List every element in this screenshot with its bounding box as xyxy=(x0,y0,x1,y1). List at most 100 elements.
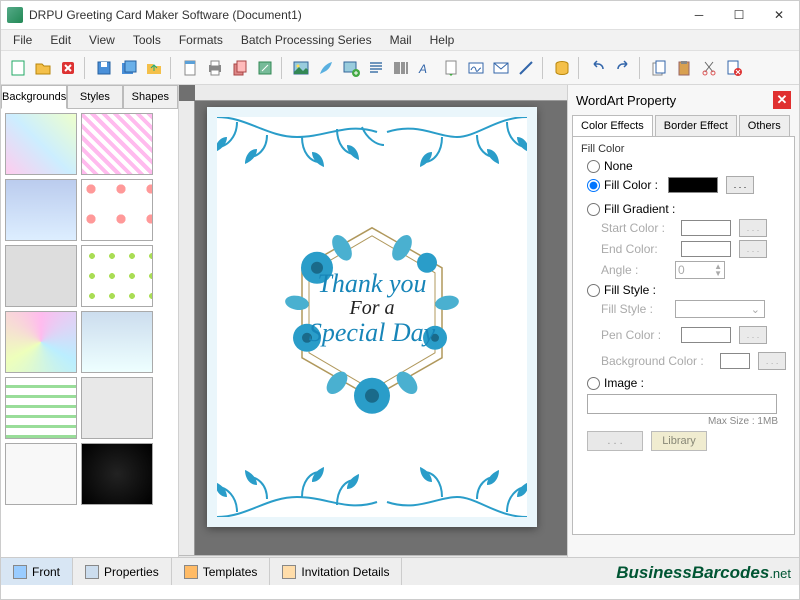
angle-spinner: 0▲▼ xyxy=(675,261,725,279)
bg-thumb[interactable] xyxy=(5,377,77,439)
bg-thumb[interactable] xyxy=(81,179,153,241)
label-start-color: Start Color : xyxy=(601,221,671,235)
save-as-icon[interactable] xyxy=(118,57,140,79)
backgrounds-panel[interactable] xyxy=(1,109,178,557)
label-none: None xyxy=(604,159,633,173)
save-icon[interactable] xyxy=(93,57,115,79)
doc-copy-icon[interactable] xyxy=(648,57,670,79)
start-color-swatch xyxy=(681,220,731,236)
bg-thumb[interactable] xyxy=(5,179,77,241)
font-icon[interactable]: A xyxy=(415,57,437,79)
bg-thumb[interactable] xyxy=(5,311,77,373)
cut-icon[interactable] xyxy=(698,57,720,79)
export-icon[interactable] xyxy=(143,57,165,79)
card-canvas[interactable]: Thank you For a Special Day xyxy=(207,107,537,527)
library-button[interactable]: Library xyxy=(651,431,707,451)
fill-style-combo: ⌄ xyxy=(675,300,765,318)
bg-thumb[interactable] xyxy=(81,311,153,373)
delete-icon[interactable] xyxy=(57,57,79,79)
browse-button[interactable]: . . . xyxy=(587,431,643,451)
max-size-label: Max Size : 1MB xyxy=(581,416,778,427)
radio-image[interactable] xyxy=(587,377,600,390)
edit-icon[interactable] xyxy=(254,57,276,79)
line-icon[interactable] xyxy=(515,57,537,79)
label-end-color: End Color: xyxy=(601,242,671,256)
end-color-swatch xyxy=(681,241,731,257)
close-button[interactable]: ✕ xyxy=(759,1,799,29)
tab-properties[interactable]: Properties xyxy=(73,558,172,585)
tab-invitation[interactable]: Invitation Details xyxy=(270,558,402,585)
undo-icon[interactable] xyxy=(587,57,609,79)
tab-backgrounds[interactable]: Backgrounds xyxy=(1,85,67,109)
panel-close-icon[interactable]: ✕ xyxy=(773,91,791,109)
menu-tools[interactable]: Tools xyxy=(133,33,161,47)
fill-color-picker-button[interactable]: . . . xyxy=(726,176,754,194)
pen-color-picker-button: . . . xyxy=(739,326,767,344)
paste-icon[interactable] xyxy=(673,57,695,79)
bg-thumb[interactable] xyxy=(5,443,77,505)
copy-icon[interactable] xyxy=(229,57,251,79)
remove-icon[interactable] xyxy=(723,57,745,79)
bg-thumb[interactable] xyxy=(5,113,77,175)
tab-border-effect[interactable]: Border Effect xyxy=(655,115,737,136)
menu-file[interactable]: File xyxy=(13,33,32,47)
left-panel: Backgrounds Styles Shapes xyxy=(1,85,179,557)
bg-thumb[interactable] xyxy=(81,443,153,505)
picture-add-icon[interactable] xyxy=(340,57,362,79)
canvas-area[interactable]: Thank you For a Special Day xyxy=(179,85,567,557)
tab-templates[interactable]: Templates xyxy=(172,558,271,585)
radio-fill-style[interactable] xyxy=(587,284,600,297)
database-icon[interactable] xyxy=(551,57,573,79)
bg-thumb[interactable] xyxy=(81,245,153,307)
ruler-vertical xyxy=(179,101,195,557)
feather-icon[interactable] xyxy=(315,57,337,79)
insert-page-icon[interactable] xyxy=(440,57,462,79)
minimize-button[interactable]: ─ xyxy=(679,1,719,29)
tab-front[interactable]: Front xyxy=(1,558,73,585)
menu-view[interactable]: View xyxy=(89,33,115,47)
leaf-decoration-icon xyxy=(217,117,387,207)
pen-color-swatch xyxy=(681,327,731,343)
fill-color-group-label: Fill Color xyxy=(581,143,786,155)
radio-fill-color[interactable] xyxy=(587,179,600,192)
bg-thumb[interactable] xyxy=(81,377,153,439)
label-fill-style: Fill Style : xyxy=(604,283,656,297)
print-icon[interactable] xyxy=(204,57,226,79)
menu-batch[interactable]: Batch Processing Series xyxy=(241,33,372,47)
label-fill-style-combo: Fill Style : xyxy=(601,302,671,316)
properties-icon xyxy=(85,565,99,579)
fill-color-swatch[interactable] xyxy=(668,177,718,193)
open-icon[interactable] xyxy=(32,57,54,79)
maximize-button[interactable]: ☐ xyxy=(719,1,759,29)
tab-styles[interactable]: Styles xyxy=(67,85,122,109)
panel-title: WordArt Property xyxy=(576,93,676,108)
image-icon[interactable] xyxy=(290,57,312,79)
menu-mail[interactable]: Mail xyxy=(390,33,412,47)
mail-icon[interactable] xyxy=(490,57,512,79)
label-bg-color: Background Color : xyxy=(601,354,710,368)
bg-thumb[interactable] xyxy=(5,245,77,307)
tab-color-effects[interactable]: Color Effects xyxy=(572,115,653,136)
new-icon[interactable] xyxy=(7,57,29,79)
templates-icon xyxy=(184,565,198,579)
menu-formats[interactable]: Formats xyxy=(179,33,223,47)
tab-templates-label: Templates xyxy=(203,565,258,579)
tab-others[interactable]: Others xyxy=(739,115,790,136)
menu-edit[interactable]: Edit xyxy=(50,33,71,47)
redo-icon[interactable] xyxy=(612,57,634,79)
text-lines-icon[interactable] xyxy=(365,57,387,79)
property-panel: WordArt Property ✕ Color Effects Border … xyxy=(567,85,799,557)
page-setup-icon[interactable] xyxy=(179,57,201,79)
window-title: DRPU Greeting Card Maker Software (Docum… xyxy=(29,8,302,22)
menu-help[interactable]: Help xyxy=(430,33,455,47)
barcode-icon[interactable] xyxy=(390,57,412,79)
tab-shapes[interactable]: Shapes xyxy=(123,85,178,109)
card-text[interactable]: Thank you For a Special Day xyxy=(217,269,527,348)
signature-icon[interactable] xyxy=(465,57,487,79)
radio-fill-gradient[interactable] xyxy=(587,203,600,216)
tab-properties-label: Properties xyxy=(104,565,159,579)
card-text-line3: Special Day xyxy=(217,318,527,348)
bg-thumb[interactable] xyxy=(81,113,153,175)
image-path-input[interactable] xyxy=(587,394,777,414)
radio-none[interactable] xyxy=(587,160,600,173)
